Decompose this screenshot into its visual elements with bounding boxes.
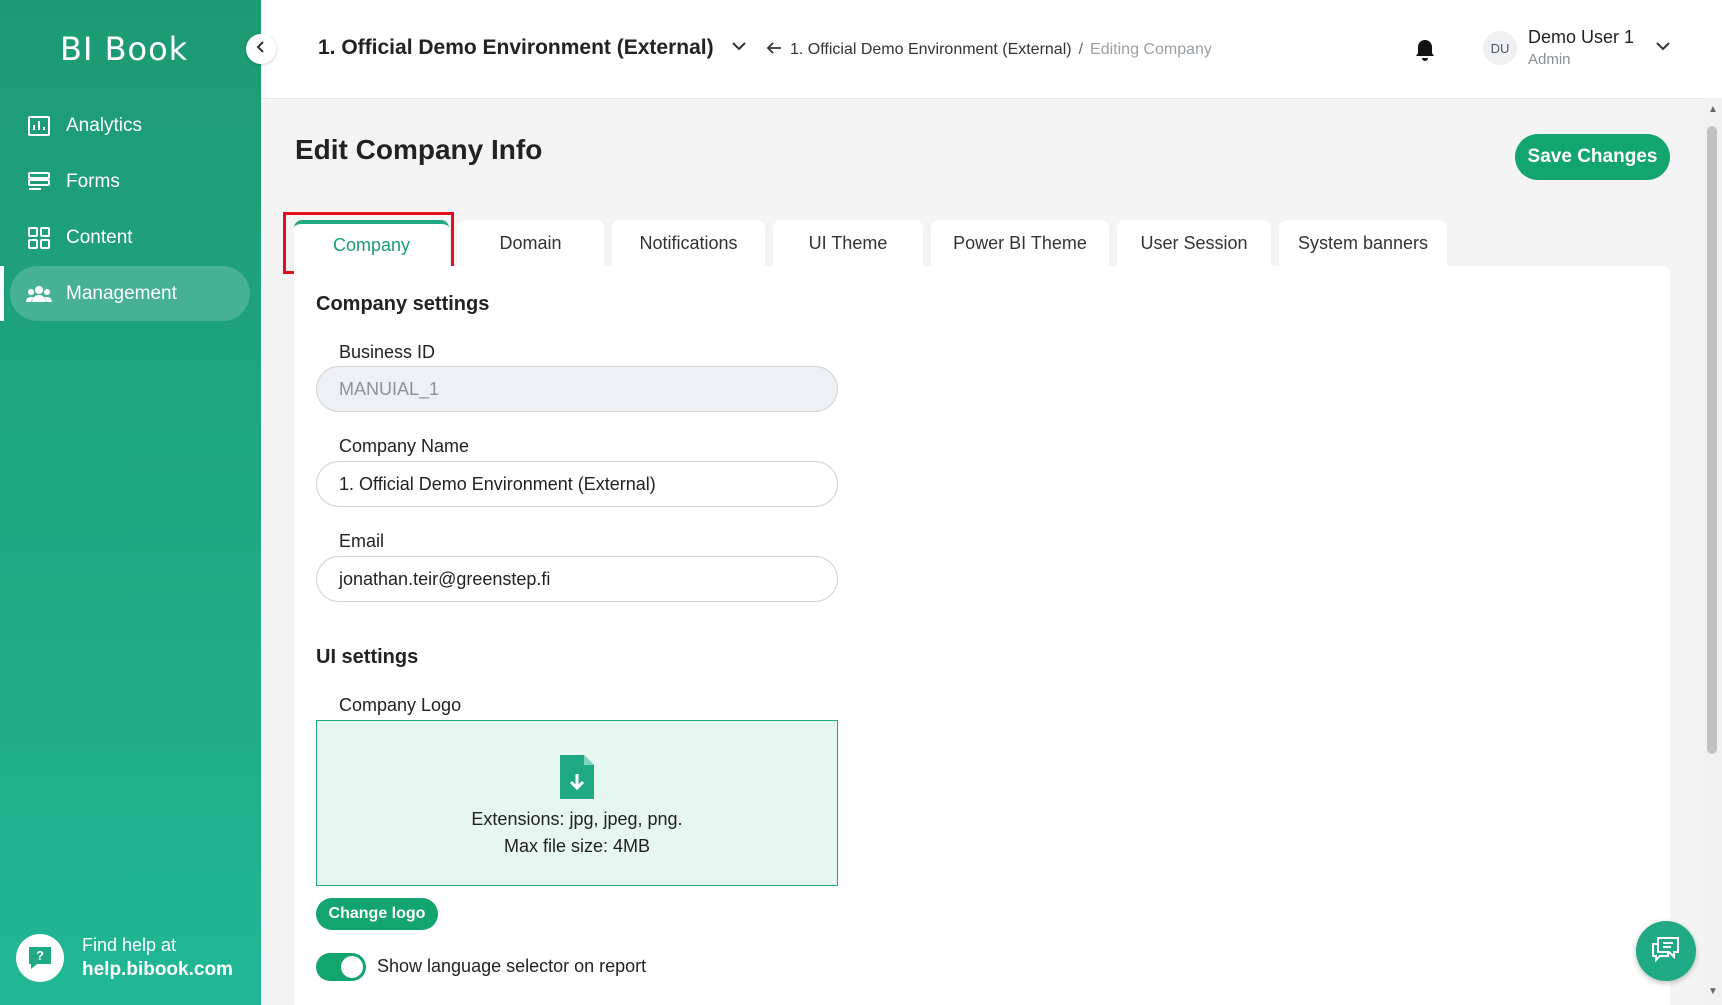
breadcrumb-parent[interactable]: 1. Official Demo Environment (External) bbox=[790, 41, 1072, 59]
ui-settings-title: UI settings bbox=[316, 646, 419, 668]
sidebar-item-analytics[interactable]: Analytics bbox=[10, 98, 250, 153]
sidebar-nav: Analytics Forms Content Management bbox=[10, 98, 250, 322]
sidebar-item-forms[interactable]: Forms bbox=[10, 154, 250, 209]
logo-dropzone[interactable]: Extensions: jpg, jpeg, png. Max file siz… bbox=[316, 720, 838, 886]
avatar[interactable]: DU bbox=[1483, 31, 1517, 65]
user-role: Admin bbox=[1528, 51, 1571, 68]
bell-icon[interactable] bbox=[1414, 38, 1436, 67]
breadcrumb-separator: / bbox=[1078, 40, 1084, 58]
active-indicator bbox=[0, 266, 4, 321]
max-size-text: Max file size: 4MB bbox=[503, 836, 651, 856]
change-logo-button[interactable]: Change logo bbox=[316, 898, 438, 930]
tab-domain[interactable]: Domain bbox=[457, 220, 604, 266]
company-logo-label: Company Logo bbox=[339, 695, 462, 715]
email-field[interactable]: jonathan.teir@greenstep.fi bbox=[316, 556, 838, 602]
extensions-text: Extensions: jpg, jpeg, png. bbox=[471, 809, 683, 829]
chat-icon bbox=[1650, 934, 1682, 969]
company-name-label: Company Name bbox=[339, 436, 470, 456]
sidebar: BI Book Analytics Forms Content Manageme… bbox=[0, 0, 261, 1005]
scroll-up-icon[interactable]: ▲ bbox=[1708, 104, 1718, 115]
business-id-field: MANUIAL_1 bbox=[316, 366, 838, 412]
highlight-box bbox=[283, 212, 454, 274]
company-settings-title: Company settings bbox=[316, 293, 490, 315]
back-arrow-icon[interactable] bbox=[766, 39, 782, 60]
bar-chart-icon bbox=[26, 113, 52, 139]
file-download-icon bbox=[558, 753, 596, 806]
help-icon: ? bbox=[16, 934, 64, 982]
sidebar-item-label: Forms bbox=[66, 170, 120, 192]
language-selector-toggle[interactable] bbox=[316, 953, 366, 981]
company-name-field[interactable]: 1. Official Demo Environment (External) bbox=[316, 461, 838, 507]
environment-selector[interactable]: 1. Official Demo Environment (External) bbox=[318, 36, 714, 60]
scroll-down-icon[interactable]: ▼ bbox=[1708, 986, 1718, 997]
tab-user-session[interactable]: User Session bbox=[1117, 220, 1271, 266]
sidebar-item-content[interactable]: Content bbox=[10, 210, 250, 265]
help-text: Find help at bbox=[82, 935, 177, 955]
tab-system-banners[interactable]: System banners bbox=[1279, 220, 1447, 266]
app-logo[interactable]: BI Book bbox=[60, 30, 188, 68]
grid-icon bbox=[26, 225, 52, 251]
sidebar-item-label: Management bbox=[66, 282, 177, 304]
user-name[interactable]: Demo User 1 bbox=[1528, 27, 1634, 48]
page-title: Edit Company Info bbox=[295, 134, 543, 165]
save-changes-button[interactable]: Save Changes bbox=[1515, 134, 1670, 180]
sidebar-item-label: Content bbox=[66, 226, 133, 248]
scrollbar-thumb[interactable] bbox=[1707, 126, 1717, 754]
toggle-knob bbox=[341, 956, 363, 978]
breadcrumb: 1. Official Demo Environment (External) … bbox=[766, 39, 1212, 60]
tab-bar: Company Domain Notifications UI Theme Po… bbox=[294, 220, 1455, 266]
help-url[interactable]: help.bibook.com bbox=[82, 959, 233, 981]
tab-ui-theme[interactable]: UI Theme bbox=[773, 220, 923, 266]
svg-text:?: ? bbox=[36, 948, 44, 963]
top-header: 1. Official Demo Environment (External) … bbox=[261, 0, 1722, 99]
sidebar-item-management[interactable]: Management bbox=[10, 266, 250, 321]
tab-power-bi-theme[interactable]: Power BI Theme bbox=[931, 220, 1109, 266]
list-icon bbox=[26, 169, 52, 195]
help-link[interactable]: ? Find help at help.bibook.com bbox=[16, 934, 233, 982]
collapse-sidebar-button[interactable] bbox=[246, 34, 276, 64]
chevron-left-icon bbox=[255, 40, 267, 59]
breadcrumb-current: Editing Company bbox=[1090, 40, 1212, 58]
chevron-down-icon[interactable] bbox=[731, 38, 747, 59]
people-icon bbox=[26, 281, 52, 307]
sidebar-item-label: Analytics bbox=[66, 114, 143, 136]
chat-button[interactable] bbox=[1636, 921, 1696, 981]
language-selector-label: Show language selector on report bbox=[377, 956, 647, 976]
business-id-label: Business ID bbox=[339, 342, 436, 362]
email-label: Email bbox=[339, 531, 385, 551]
tab-notifications[interactable]: Notifications bbox=[612, 220, 765, 266]
chevron-down-icon[interactable] bbox=[1655, 38, 1671, 59]
